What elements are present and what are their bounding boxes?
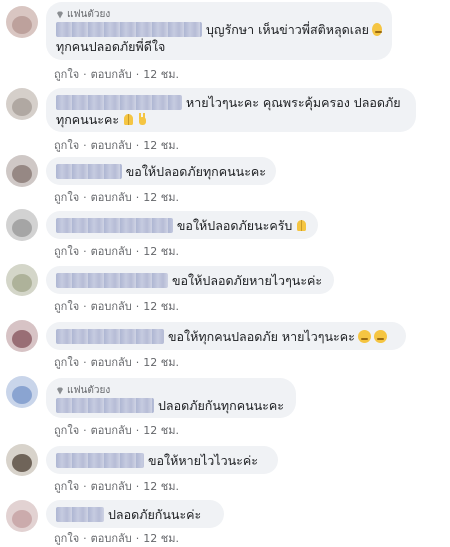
reply-link[interactable]: ตอบกลับ (91, 353, 132, 371)
comment-time[interactable]: 12 ชม. (143, 297, 179, 315)
fan-badge-label: แฟนตัวยง (67, 385, 111, 396)
comment-bubble: ขอให้หายไวไวนะค่ะ (46, 446, 278, 474)
comment-time[interactable]: 12 ชม. (143, 136, 179, 154)
commenter-name[interactable] (56, 507, 104, 522)
victory-hand-icon (137, 113, 148, 126)
fan-badge: แฟนตัวยง (56, 384, 286, 397)
comment-text-line: ปลอดภัยกันนะค่ะ (108, 507, 202, 522)
diamond-icon (57, 11, 63, 18)
commenter-name[interactable] (56, 453, 144, 468)
comment-text-line: ปลอดภัยกันทุกคนนะคะ (158, 398, 284, 413)
comment-text-line: บุญรักษา เห็นข่าวพี่สติหลุดเลย (206, 22, 370, 37)
reply-link[interactable]: ตอบกลับ (91, 65, 132, 83)
comment-time[interactable]: 12 ชม. (143, 353, 179, 371)
avatar[interactable] (6, 88, 38, 120)
comment-actions: ถูกใจ · ตอบกลับ · 12 ชม. (54, 477, 179, 495)
comment-text-line: ขอให้ทุกคนปลอดภัย หายไวๆนะคะ (168, 329, 355, 344)
commenter-name[interactable] (56, 273, 168, 288)
comment-bubble: ปลอดภัยกันนะค่ะ (46, 500, 224, 528)
reply-link[interactable]: ตอบกลับ (91, 136, 132, 154)
comment-text-line: ทุกคนนะคะ (56, 112, 120, 127)
avatar[interactable] (6, 376, 38, 408)
comment-text-line: ขอให้ปลอดภัยหายไวๆนะค่ะ (172, 273, 323, 288)
comment-actions: ถูกใจ · ตอบกลับ · 12 ชม. (54, 242, 179, 260)
comment-bubble: แฟนตัวยง ปลอดภัยกันทุกคนนะคะ (46, 378, 296, 418)
commenter-name[interactable] (56, 95, 182, 110)
commenter-name[interactable] (56, 329, 164, 344)
avatar[interactable] (6, 264, 38, 296)
commenter-name[interactable] (56, 398, 154, 413)
sad-face-emoji-icon (373, 330, 387, 343)
comment-text-line: ขอให้หายไวไวนะค่ะ (148, 453, 258, 468)
comment-text-line: หายไวๆนะคะ คุณพระคุ้มครอง ปลอดภัย (186, 95, 401, 110)
like-link[interactable]: ถูกใจ (54, 353, 79, 371)
comment-time[interactable]: 12 ชม. (143, 242, 179, 260)
avatar[interactable] (6, 320, 38, 352)
comment-bubble: ขอให้ปลอดภัยนะครับ (46, 211, 318, 239)
comment-actions: ถูกใจ · ตอบกลับ · 12 ชม. (54, 353, 179, 371)
commenter-name[interactable] (56, 218, 173, 233)
comment-actions: ถูกใจ · ตอบกลับ · 12 ชม. (54, 65, 179, 83)
comment-text-line: ทุกคนปลอดภัยพี่ดีใจ (56, 39, 166, 54)
reply-link[interactable]: ตอบกลับ (91, 242, 132, 260)
fan-badge: แฟนตัวยง (56, 8, 382, 21)
comment-time[interactable]: 12 ชม. (143, 421, 179, 439)
diamond-icon (57, 387, 63, 394)
comment-time[interactable]: 12 ชม. (143, 65, 179, 83)
comment-bubble: ขอให้ปลอดภัยทุกคนนะคะ (46, 157, 276, 185)
commenter-name[interactable] (56, 164, 122, 179)
like-link[interactable]: ถูกใจ (54, 188, 79, 206)
comment-time[interactable]: 12 ชม. (143, 188, 179, 206)
commenter-name[interactable] (56, 22, 202, 37)
reply-link[interactable]: ตอบกลับ (91, 297, 132, 315)
reply-link[interactable]: ตอบกลับ (91, 477, 132, 495)
comment-time[interactable]: 12 ชม. (143, 477, 179, 495)
comment-bubble: ขอให้ปลอดภัยหายไวๆนะค่ะ (46, 266, 334, 294)
like-link[interactable]: ถูกใจ (54, 242, 79, 260)
like-link[interactable]: ถูกใจ (54, 421, 79, 439)
fan-badge-label: แฟนตัวยง (67, 9, 111, 20)
like-link[interactable]: ถูกใจ (54, 297, 79, 315)
comment-actions: ถูกใจ · ตอบกลับ · 12 ชม. (54, 188, 179, 206)
praying-hands-icon (295, 219, 308, 232)
comment-actions: ถูกใจ · ตอบกลับ · 12 ชม. (54, 297, 179, 315)
sad-face-emoji-icon (357, 330, 371, 343)
like-link[interactable]: ถูกใจ (54, 136, 79, 154)
sad-face-emoji-icon (372, 23, 382, 36)
comment-time[interactable]: 12 ชม. (143, 529, 179, 547)
comment-actions: ถูกใจ · ตอบกลับ · 12 ชม. (54, 529, 179, 547)
comment-bubble: หายไวๆนะคะ คุณพระคุ้มครอง ปลอดภัย ทุกคนน… (46, 88, 416, 132)
like-link[interactable]: ถูกใจ (54, 477, 79, 495)
comment-bubble: ขอให้ทุกคนปลอดภัย หายไวๆนะคะ (46, 322, 406, 350)
avatar[interactable] (6, 155, 38, 187)
like-link[interactable]: ถูกใจ (54, 529, 79, 547)
reply-link[interactable]: ตอบกลับ (91, 529, 132, 547)
comment-text-line: ขอให้ปลอดภัยทุกคนนะคะ (125, 164, 266, 179)
reply-link[interactable]: ตอบกลับ (91, 421, 132, 439)
comment-actions: ถูกใจ · ตอบกลับ · 12 ชม. (54, 136, 179, 154)
praying-hands-icon (122, 113, 135, 126)
comment-bubble: แฟนตัวยง บุญรักษา เห็นข่าวพี่สติหลุดเลย … (46, 2, 392, 60)
avatar[interactable] (6, 444, 38, 476)
comment-actions: ถูกใจ · ตอบกลับ · 12 ชม. (54, 421, 179, 439)
avatar[interactable] (6, 209, 38, 241)
reply-link[interactable]: ตอบกลับ (91, 188, 132, 206)
comment-text-line: ขอให้ปลอดภัยนะครับ (176, 218, 293, 233)
avatar[interactable] (6, 500, 38, 532)
like-link[interactable]: ถูกใจ (54, 65, 79, 83)
avatar[interactable] (6, 6, 38, 38)
